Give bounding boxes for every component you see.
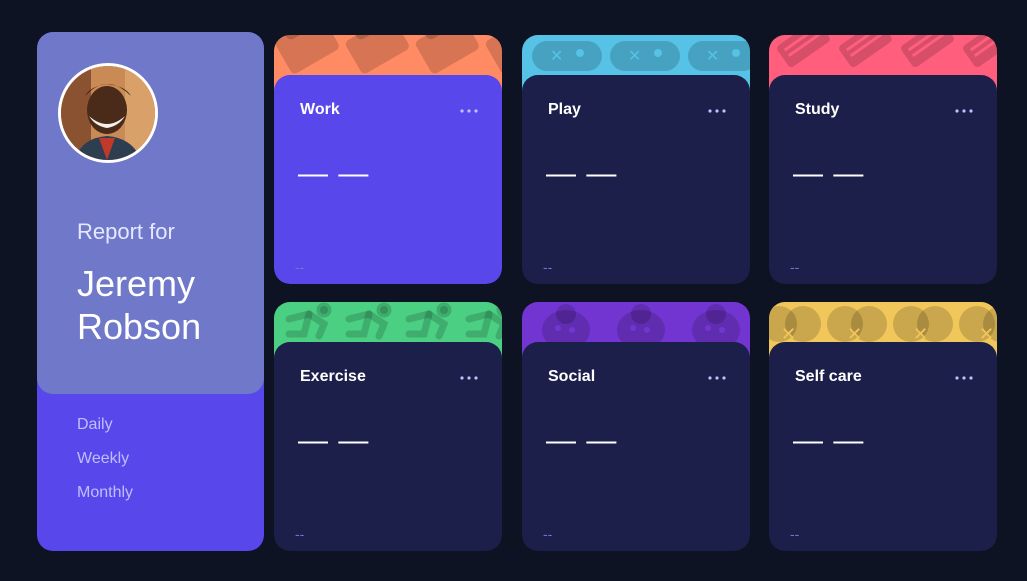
avatar-image bbox=[61, 66, 155, 160]
activity-previous-value: -- bbox=[790, 259, 800, 275]
activity-previous-value: -- bbox=[543, 526, 553, 542]
activity-card-play[interactable]: ✕ ✕ ✕ Play — — -- bbox=[522, 35, 750, 284]
activity-body: Self care — — -- bbox=[769, 342, 997, 551]
ellipsis-icon[interactable] bbox=[708, 109, 726, 113]
activity-title: Play bbox=[548, 101, 581, 118]
svg-text:✕: ✕ bbox=[550, 46, 563, 65]
activity-previous-value: -- bbox=[295, 526, 305, 542]
report-for-label: Report for bbox=[77, 219, 175, 244]
period-monthly[interactable]: Monthly bbox=[77, 484, 133, 518]
activity-previous-value: -- bbox=[790, 526, 800, 542]
activity-title: Self care bbox=[795, 368, 862, 385]
activity-title: Work bbox=[300, 101, 340, 118]
activity-body: Exercise — — -- bbox=[274, 342, 502, 551]
period-daily[interactable]: Daily bbox=[77, 416, 133, 450]
profile-header: Report for Jeremy Robson bbox=[37, 32, 264, 394]
activity-body: Social — — -- bbox=[522, 342, 750, 551]
activity-card-social[interactable]: Social — — -- bbox=[522, 302, 750, 551]
activity-current-value: — — bbox=[793, 157, 865, 190]
ellipsis-icon[interactable] bbox=[955, 109, 973, 113]
ellipsis-icon[interactable] bbox=[460, 376, 478, 380]
activity-card-study[interactable]: Study — — -- bbox=[769, 35, 997, 284]
activity-card-exercise[interactable]: Exercise — — -- bbox=[274, 302, 502, 551]
activity-current-value: — — bbox=[546, 424, 618, 457]
ellipsis-icon[interactable] bbox=[955, 376, 973, 380]
activity-previous-value: -- bbox=[543, 259, 553, 275]
activity-title: Social bbox=[548, 368, 596, 385]
activity-card-work[interactable]: Work — — -- bbox=[274, 35, 502, 284]
svg-text:✕: ✕ bbox=[706, 46, 719, 65]
activity-title: Study bbox=[795, 101, 840, 118]
activity-previous-value: -- bbox=[295, 259, 305, 275]
activity-body: Study — — -- bbox=[769, 75, 997, 284]
svg-text:✕: ✕ bbox=[628, 46, 641, 65]
period-list: Daily Weekly Monthly bbox=[77, 416, 133, 518]
activity-current-value: — — bbox=[546, 157, 618, 190]
activity-title: Exercise bbox=[300, 368, 366, 385]
ellipsis-icon[interactable] bbox=[460, 109, 478, 113]
avatar bbox=[58, 63, 158, 163]
activity-body: Play — — -- bbox=[522, 75, 750, 284]
period-weekly[interactable]: Weekly bbox=[77, 450, 133, 484]
activity-current-value: — — bbox=[298, 157, 370, 190]
activity-body: Work — — -- bbox=[274, 75, 502, 284]
ellipsis-icon[interactable] bbox=[708, 376, 726, 380]
activity-card-self-care[interactable]: ✕ ✕ ✕ ✕ Self care — — -- bbox=[769, 302, 997, 551]
profile-card: Report for Jeremy Robson Daily Weekly Mo… bbox=[37, 32, 264, 551]
activity-current-value: — — bbox=[298, 424, 370, 457]
activity-current-value: — — bbox=[793, 424, 865, 457]
user-name: Jeremy Robson bbox=[77, 263, 202, 347]
